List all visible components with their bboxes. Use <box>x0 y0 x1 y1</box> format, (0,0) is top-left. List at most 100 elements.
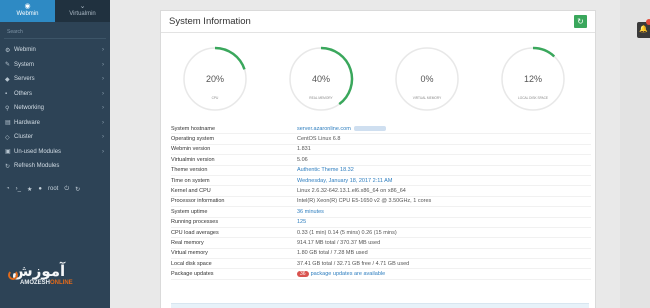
username[interactable]: root <box>48 186 58 192</box>
info-value: 0.33 (1 min) 0.14 (5 mins) 0.26 (15 mins… <box>297 230 397 236</box>
gauge-value: 20% <box>206 74 224 84</box>
wrench-icon: ✎ <box>5 62 11 69</box>
info-value[interactable]: 36 package updates are available <box>297 271 386 278</box>
logo-text: آموزش <box>12 262 66 280</box>
gauge-value: 0% <box>420 74 433 84</box>
sidebar-item-label: Others <box>14 90 33 97</box>
info-row: Theme version Authentic Theme 18.32 <box>171 166 591 176</box>
info-row: Time on system Wednesday, January 18, 201… <box>171 176 591 187</box>
info-row: System hostname server.azaronline.com <box>171 124 591 135</box>
sidebar-item-label: System <box>14 61 35 68</box>
info-key: Time on system <box>171 177 210 184</box>
chevron-right-icon: › <box>102 148 104 155</box>
info-row: System uptime 36 minutes <box>171 207 591 218</box>
info-value-text: 914.17 MB total / 370.37 MB used <box>297 239 381 246</box>
info-row: Virtualmin version 5.06 <box>171 155 591 166</box>
info-row: Webmin version 1.831 <box>171 145 591 156</box>
info-key: Theme version <box>171 167 208 174</box>
sidebar-item-refresh-modules[interactable]: ↻ Refresh Modules <box>0 159 110 174</box>
sidebar-item-cluster[interactable]: ◇ Cluster › <box>0 130 110 145</box>
sidebar-item-label: Servers <box>14 76 35 83</box>
sidebar-item-others[interactable]: ▪ Others › <box>0 87 110 102</box>
hardware-icon: ▤ <box>5 120 11 127</box>
info-value[interactable]: 36 minutes <box>297 209 324 215</box>
gauge-virtual-memory: 0% VIRTUAL MEMORY <box>395 47 459 111</box>
info-key: Virtual memory <box>171 250 208 257</box>
chevron-right-icon: › <box>102 90 104 97</box>
gauge-local-disk-space: 12% LOCAL DISK SPACE <box>501 46 565 111</box>
chevron-right-icon: › <box>102 61 104 68</box>
info-value: 1.831 <box>297 146 311 152</box>
info-row: Processor information Intel(R) Xeon(R) CP… <box>171 197 591 208</box>
refresh-icon[interactable]: ↻ <box>75 186 80 193</box>
info-value: 5.06 <box>297 157 308 163</box>
info-value-text: Intel(R) Xeon(R) CPU E5-1650 v2 @ 3.50GH… <box>297 198 432 205</box>
sidebar-item-networking[interactable]: ⚲ Networking › <box>0 101 110 116</box>
star-icon[interactable]: ★ <box>27 186 32 193</box>
refresh-button[interactable]: ↻ <box>574 15 587 28</box>
logo-mark <box>8 270 18 280</box>
info-value: 37.41 GB total / 32.71 GB free / 4.71 GB… <box>297 261 409 267</box>
gauge-label: REAL MEMORY <box>309 96 333 100</box>
webmin-icon: ◉ <box>24 3 31 10</box>
info-value-text[interactable]: 125 <box>297 219 306 225</box>
sidebar-item-label: Webmin <box>14 47 36 54</box>
logout-icon[interactable]: ⏻ <box>64 186 69 193</box>
terminal-icon[interactable]: ›_ <box>16 186 21 192</box>
info-key: Processor information <box>171 198 225 205</box>
info-key: Webmin version <box>171 146 211 153</box>
updates-badge[interactable]: 36 <box>297 271 309 278</box>
refresh-icon: ↻ <box>577 17 584 26</box>
sidebar-item-webmin[interactable]: ⚙ Webmin › <box>0 43 110 58</box>
info-value[interactable]: server.azaronline.com <box>297 126 386 132</box>
bell-icon: 🔔 <box>639 26 648 33</box>
tab-webmin[interactable]: ◉ Webmin <box>0 0 55 22</box>
info-value-text[interactable]: package updates are available <box>311 271 386 277</box>
info-value-text: Linux 2.6.32-642.13.1.el6.x86_64 on x86_… <box>297 188 406 195</box>
info-value-text: 1.831 <box>297 146 311 153</box>
sidebar-item-servers[interactable]: ◆ Servers › <box>0 72 110 87</box>
search-input[interactable]: Search <box>4 25 106 39</box>
box-icon: ▣ <box>5 149 11 156</box>
logo: آموزش AMOZESHONLINE <box>8 262 98 302</box>
panel-title: System Information <box>169 16 251 27</box>
sidebar-item-label: Hardware <box>14 119 41 126</box>
user-icon[interactable]: ● <box>38 186 42 192</box>
tab-virtualmin-label: Virtualmin <box>69 11 96 17</box>
system-information-panel: System Information ↻ 20% CPU 40% REAL MEMOR… <box>160 10 596 308</box>
sidebar: ◉ Webmin ⌄ Virtualmin Search ⚙ Webmin › ✎ S… <box>0 0 110 308</box>
notifications-button[interactable]: 🔔 <box>637 19 650 38</box>
info-value-text[interactable]: server.azaronline.com <box>297 126 351 132</box>
gauge-chart: 20% CPU 40% REAL MEMORY 0% VIRTUAL MEMORY 12% L… <box>183 46 565 111</box>
info-value-text[interactable]: 36 minutes <box>297 209 324 215</box>
info-value: Intel(R) Xeon(R) CPU E5-1650 v2 @ 3.50GH… <box>297 198 431 204</box>
info-value-text: 1.80 GB total / 7.28 MB used <box>297 250 368 257</box>
chevron-right-icon: › <box>102 76 104 83</box>
info-value[interactable]: 125 <box>297 219 306 225</box>
info-value[interactable]: Authentic Theme 18.32 <box>297 167 354 173</box>
info-key: Virtualmin version <box>171 156 215 163</box>
tab-virtualmin[interactable]: ⌄ Virtualmin <box>55 0 110 22</box>
gauge-real-memory: 40% REAL MEMORY <box>289 46 354 111</box>
sidebar-item-label: Cluster <box>14 134 34 141</box>
sidebar-item-label: Refresh Modules <box>14 163 60 170</box>
refresh-icon: ↻ <box>5 163 11 170</box>
sidebar-item-hardware[interactable]: ▤ Hardware › <box>0 116 110 131</box>
info-row: Real memory 914.17 MB total / 370.37 MB u… <box>171 238 591 249</box>
info-value-text[interactable]: Wednesday, January 18, 2017 2:11 AM <box>297 178 392 184</box>
dashboard-icon[interactable]: ◔ <box>6 186 10 192</box>
info-key: Operating system <box>171 136 215 143</box>
sidebar-item-label: Un-used Modules <box>14 148 62 155</box>
info-value-text[interactable]: Authentic Theme 18.32 <box>297 167 354 173</box>
info-value: 1.80 GB total / 7.28 MB used <box>297 250 368 256</box>
info-key: CPU load averages <box>171 229 219 236</box>
redacted-ip <box>353 125 386 131</box>
info-value[interactable]: Wednesday, January 18, 2017 2:11 AM <box>297 178 392 184</box>
sidebar-item-unused-modules[interactable]: ▣ Un-used Modules › <box>0 145 110 160</box>
gear-icon: ⚙ <box>5 47 11 54</box>
sidebar-item-system[interactable]: ✎ System › <box>0 58 110 73</box>
gauge-value: 12% <box>524 74 542 84</box>
info-key: Kernel and CPU <box>171 188 211 195</box>
logo-subtext: AMOZESHONLINE <box>20 280 98 286</box>
right-scroll-area[interactable] <box>620 0 650 308</box>
